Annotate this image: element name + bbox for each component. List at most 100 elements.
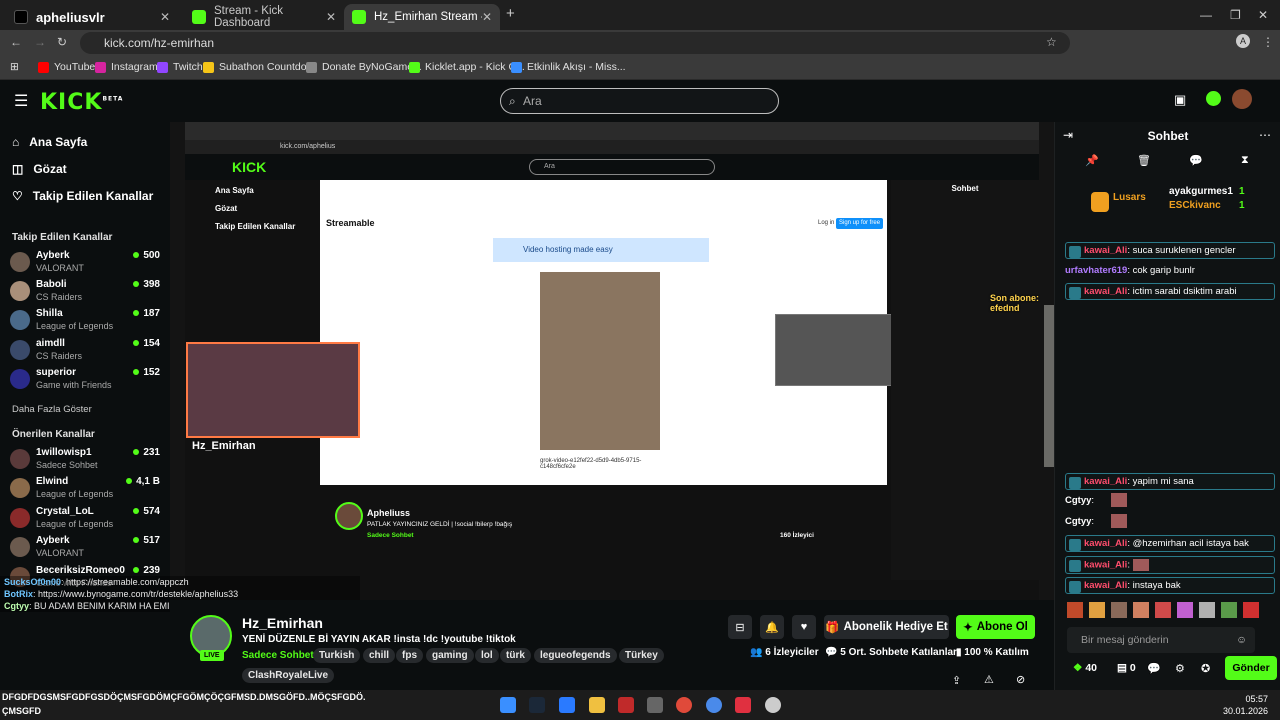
chat-username[interactable]: kawai_Ali bbox=[1084, 476, 1127, 487]
chat-bubble-icon[interactable]: 💬 bbox=[1189, 154, 1203, 167]
maximize-icon[interactable]: ❐ bbox=[1230, 8, 1241, 22]
pin-icon[interactable]: 📌 bbox=[1085, 154, 1099, 167]
stream-tag[interactable]: Turkish bbox=[313, 648, 361, 663]
steam-icon[interactable] bbox=[529, 697, 545, 713]
points-display[interactable]: ❖ 40 bbox=[1073, 662, 1097, 674]
browser-tab[interactable]: apheliusvlr ✕ bbox=[6, 4, 178, 30]
forward-icon[interactable]: → bbox=[34, 35, 46, 49]
nav-browse[interactable]: ◫ Gözat bbox=[12, 162, 67, 176]
top-user-name[interactable]: Lusars bbox=[1113, 192, 1146, 203]
kick-points-icon[interactable] bbox=[1206, 91, 1221, 106]
emote-icon[interactable] bbox=[1133, 602, 1149, 618]
chat-username[interactable]: kawai_Ali bbox=[1084, 560, 1127, 571]
chat-input[interactable]: Bir mesaj gönderin ☺ bbox=[1067, 627, 1255, 653]
app-icon[interactable] bbox=[618, 697, 634, 713]
bookmark-youtube[interactable]: YouTube bbox=[38, 61, 95, 73]
report-icon[interactable]: ⚠ bbox=[984, 673, 994, 686]
nav-following[interactable]: ♡ Takip Edilen Kanallar bbox=[12, 189, 153, 203]
stream-tag[interactable]: legueofegends bbox=[534, 648, 617, 663]
follow-heart-icon[interactable]: ♥ bbox=[792, 615, 816, 639]
gift-count[interactable]: ▤ 0 bbox=[1117, 662, 1136, 674]
emote-icon[interactable] bbox=[1221, 602, 1237, 618]
chat-bubble-icon[interactable]: 💬 bbox=[1147, 662, 1161, 675]
obs-icon[interactable] bbox=[765, 697, 781, 713]
stream-tag[interactable]: gaming bbox=[426, 648, 474, 663]
followed-channel[interactable]: Ayberk VALORANT 500 bbox=[10, 250, 160, 276]
close-tab-icon[interactable]: ✕ bbox=[160, 10, 170, 24]
stream-tag[interactable]: ClashRoyaleLive bbox=[242, 668, 335, 683]
theater-icon[interactable]: ▣ bbox=[1174, 92, 1186, 108]
stream-tag[interactable]: fps bbox=[396, 648, 423, 663]
followed-channel[interactable]: superior Game with Friends 152 bbox=[10, 367, 160, 393]
hourglass-icon[interactable]: ⧗ bbox=[1241, 154, 1249, 167]
gear-icon[interactable]: ⚙ bbox=[1175, 662, 1185, 675]
bell-icon[interactable]: 🔔 bbox=[760, 615, 784, 639]
emote-icon[interactable] bbox=[1243, 602, 1259, 618]
emote-icon[interactable] bbox=[1089, 602, 1105, 618]
followed-channel[interactable]: Shilla League of Legends 187 bbox=[10, 308, 160, 334]
chat-username[interactable]: urfavhater619 bbox=[1065, 265, 1127, 276]
browser-tab-active[interactable]: Hz_Emirhan Stream - Watch ✕ bbox=[344, 4, 500, 30]
emote-icon[interactable] bbox=[1177, 602, 1193, 618]
chat-username[interactable]: kawai_Ali bbox=[1084, 286, 1127, 297]
browser-tab[interactable]: Stream - Kick Dashboard ✕ bbox=[184, 4, 344, 30]
close-tab-icon[interactable]: ✕ bbox=[326, 10, 336, 24]
chrome-icon[interactable] bbox=[706, 697, 722, 713]
new-tab-icon[interactable]: + bbox=[506, 5, 515, 22]
url-field[interactable]: kick.com/hz-emirhan bbox=[80, 32, 1070, 54]
recommended-channel[interactable]: Elwind League of Legends 4,1 B bbox=[10, 476, 160, 502]
emote-icon[interactable] bbox=[1155, 602, 1171, 618]
chat-username[interactable]: Cgtyy bbox=[1065, 495, 1091, 506]
emote-icon[interactable] bbox=[1067, 602, 1083, 618]
send-button[interactable]: Gönder bbox=[1225, 656, 1277, 680]
menu-dots-icon[interactable]: ⋮ bbox=[1262, 35, 1274, 49]
profile-icon[interactable]: A bbox=[1236, 34, 1250, 48]
clip-icon[interactable]: ⊟ bbox=[728, 615, 752, 639]
bookmark-bynogame[interactable]: Donate ByNoGame... bbox=[306, 61, 422, 73]
close-tab-icon[interactable]: ✕ bbox=[482, 10, 492, 24]
share-icon[interactable]: ⇪ bbox=[952, 674, 961, 687]
top-user-name[interactable]: ayakgurmes1 bbox=[1169, 186, 1233, 197]
back-icon[interactable]: ← bbox=[10, 35, 22, 49]
minimize-icon[interactable]: — bbox=[1200, 8, 1212, 22]
nav-home[interactable]: ⌂ Ana Sayfa bbox=[12, 135, 87, 149]
hamburger-menu-icon[interactable]: ☰ bbox=[14, 91, 28, 111]
bookmark-subathon[interactable]: Subathon Countdo... bbox=[203, 61, 315, 73]
bookmark-kicklet[interactable]: Kicklet.app - Kick C... bbox=[409, 61, 525, 73]
bookmark-twitch[interactable]: Twitch bbox=[157, 61, 203, 73]
chrome-icon[interactable] bbox=[676, 697, 692, 713]
recommended-channel[interactable]: Ayberk VALORANT 517 bbox=[10, 535, 160, 561]
kick-logo[interactable]: KICKBETA bbox=[40, 90, 123, 115]
reload-icon[interactable]: ↻ bbox=[57, 35, 67, 49]
stream-category[interactable]: Sadece Sohbet bbox=[242, 650, 314, 661]
emote-icon[interactable] bbox=[1199, 602, 1215, 618]
followed-channel[interactable]: Baboli CS Raiders 398 bbox=[10, 279, 160, 305]
app-icon[interactable] bbox=[735, 697, 751, 713]
stream-tag[interactable]: lol bbox=[475, 648, 499, 663]
app-icon[interactable] bbox=[559, 697, 575, 713]
folder-icon[interactable] bbox=[589, 697, 605, 713]
kick-emote-icon[interactable]: ✪ bbox=[1201, 662, 1210, 675]
streamer-name[interactable]: Hz_Emirhan bbox=[242, 615, 323, 631]
app-icon[interactable] bbox=[647, 697, 663, 713]
subscribe-button[interactable]: ✦ Abone Ol bbox=[956, 615, 1035, 639]
stream-tag[interactable]: chill bbox=[363, 648, 396, 663]
chat-username[interactable]: kawai_Ali bbox=[1084, 580, 1127, 591]
trash-icon[interactable]: 🗑 bbox=[1137, 154, 1151, 167]
system-clock[interactable]: 05:57 30.01.2026 bbox=[1223, 693, 1268, 717]
show-more-link[interactable]: Daha Fazla Göster bbox=[12, 404, 92, 415]
chat-settings-icon[interactable]: ⋯ bbox=[1259, 128, 1271, 142]
recommended-channel[interactable]: 1willowisp1 Sadece Sohbet 231 bbox=[10, 447, 160, 473]
windows-start-icon[interactable] bbox=[500, 697, 516, 713]
chat-username[interactable]: Cgtyy bbox=[1065, 516, 1091, 527]
emoji-icon[interactable]: ☺ bbox=[1236, 627, 1247, 653]
apps-grid-icon[interactable]: ⊞ bbox=[10, 61, 19, 73]
mute-icon[interactable]: ⊘ bbox=[1016, 673, 1025, 686]
bookmark-etkinlik[interactable]: Etkinlik Akışı - Miss... bbox=[511, 61, 626, 73]
gift-subscription-button[interactable]: 🎁 Abonelik Hediye Et bbox=[824, 615, 949, 639]
emote-icon[interactable] bbox=[1111, 602, 1127, 618]
stream-tag[interactable]: türk bbox=[500, 648, 531, 663]
search-input[interactable]: ⌕ Ara bbox=[500, 88, 779, 114]
user-avatar[interactable] bbox=[1232, 89, 1252, 109]
stream-tag[interactable]: Türkey bbox=[619, 648, 664, 663]
